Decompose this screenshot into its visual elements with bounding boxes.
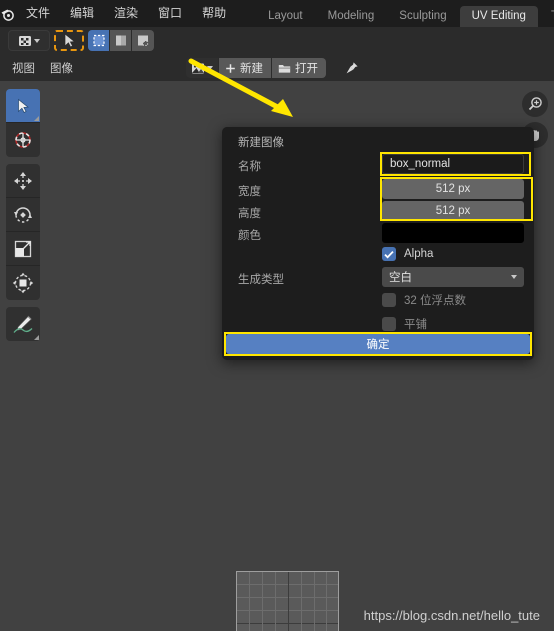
header-cursor-tool[interactable]: [57, 29, 81, 52]
plus-icon: [226, 63, 235, 73]
uv-editor-header-bottom: 视图 图像 新建 打开: [0, 54, 554, 81]
new-image-dialog: 新建图像 名称 box_normal 宽度 512 px 高度 512 px 颜…: [222, 127, 534, 360]
toolbar-group-transform: [6, 164, 40, 300]
face-select-button[interactable]: [132, 30, 154, 51]
tool-expand-corner: [34, 116, 39, 121]
row-width: 宽度 512 px: [222, 179, 534, 201]
height-label: 高度: [238, 208, 261, 220]
dialog-ok-button[interactable]: 确定: [226, 334, 530, 354]
main-menus: 文件 编辑 渲染 窗口 帮助: [16, 0, 236, 27]
open-image-label: 打开: [295, 63, 318, 75]
row-height: 高度 512 px: [222, 201, 534, 223]
tiled-checkbox[interactable]: [382, 317, 396, 331]
face-select-icon: [138, 35, 149, 46]
edge-select-button[interactable]: [110, 30, 132, 51]
chevron-down-icon: [207, 66, 213, 70]
top-menu-bar: 文件 编辑 渲染 窗口 帮助 Layout Modeling Sculpting…: [0, 0, 554, 27]
watermark-text: https://blog.csdn.net/hello_tute: [363, 608, 540, 623]
dialog-title: 新建图像: [238, 137, 284, 149]
uv-grid-image: [236, 571, 339, 631]
row-tiled[interactable]: 平铺: [382, 316, 427, 332]
menu-edit[interactable]: 编辑: [60, 0, 104, 27]
tool-annotate[interactable]: [6, 307, 40, 341]
view-menu[interactable]: 视图: [12, 60, 35, 76]
pin-image-button[interactable]: [341, 58, 363, 78]
row-alpha[interactable]: Alpha: [382, 247, 433, 261]
image-datablock-dropdown[interactable]: [186, 58, 218, 78]
workspace-tabs: Layout Modeling Sculpting UV Editing Tex…: [256, 0, 554, 27]
tiled-label: 平铺: [404, 319, 427, 331]
uv-mode-icon: [19, 35, 31, 46]
width-label: 宽度: [238, 186, 261, 198]
name-label: 名称: [238, 161, 261, 173]
image-datablock-icon: [192, 63, 204, 73]
tool-expand-corner: [34, 335, 39, 340]
toolbar-group-select: [6, 89, 40, 157]
chevron-down-icon: [511, 275, 517, 279]
blender-window: 文件 编辑 渲染 窗口 帮助 Layout Modeling Sculpting…: [0, 0, 554, 631]
rotate-icon: [14, 206, 32, 223]
cursor-arrow-icon: [64, 33, 75, 48]
vertex-select-icon: [92, 34, 105, 47]
pencil-annotate-icon: [13, 315, 33, 333]
tab-uv-editing[interactable]: UV Editing: [459, 6, 538, 27]
name-input[interactable]: box_normal: [382, 154, 524, 174]
float32-checkbox[interactable]: [382, 293, 396, 307]
tab-sculpting[interactable]: Sculpting: [387, 6, 458, 27]
open-image-button[interactable]: 打开: [271, 58, 326, 78]
new-image-button[interactable]: 新建: [218, 58, 271, 78]
color-swatch[interactable]: [382, 223, 524, 243]
tool-transform[interactable]: [6, 266, 40, 300]
menu-render[interactable]: 渲染: [104, 0, 148, 27]
tool-cursor[interactable]: [6, 123, 40, 157]
tab-layout[interactable]: Layout: [256, 6, 315, 27]
tool-move[interactable]: [6, 164, 40, 198]
magnifier-plus-icon: [528, 97, 542, 111]
check-icon: [384, 250, 394, 258]
uv-select-mode-group: [88, 30, 154, 51]
uv-editor-header-top: [0, 27, 554, 54]
uv-editor-toolbar: [6, 89, 40, 348]
scale-icon: [14, 240, 32, 257]
color-label: 颜色: [238, 230, 261, 242]
menu-file[interactable]: 文件: [16, 0, 60, 27]
chevron-down-icon: [34, 38, 40, 43]
menu-help[interactable]: 帮助: [192, 0, 236, 27]
pin-icon: [346, 62, 358, 74]
tool-tweak-select[interactable]: [6, 89, 40, 123]
menu-window[interactable]: 窗口: [148, 0, 192, 27]
row-color: 颜色: [222, 223, 534, 245]
gen-type-dropdown[interactable]: 空白: [382, 267, 524, 287]
uv-mode-dropdown[interactable]: [8, 30, 50, 51]
row-float32[interactable]: 32 位浮点数: [382, 292, 466, 308]
tab-texture-paint[interactable]: Texture Pain: [539, 6, 554, 27]
vertex-select-button[interactable]: [88, 30, 110, 51]
tool-rotate[interactable]: [6, 198, 40, 232]
toolbar-group-annotate: [6, 307, 40, 341]
new-image-label: 新建: [240, 63, 263, 75]
folder-icon: [278, 64, 291, 73]
blender-logo-icon[interactable]: [0, 0, 16, 27]
gen-type-label: 生成类型: [238, 274, 284, 286]
float32-label: 32 位浮点数: [404, 295, 466, 307]
image-menu[interactable]: 图像: [50, 60, 73, 76]
width-input[interactable]: 512 px: [382, 179, 524, 199]
row-name: 名称 box_normal: [222, 154, 534, 176]
gen-type-value: 空白: [389, 272, 412, 284]
crosshair-circle-icon: [15, 132, 31, 148]
height-input[interactable]: 512 px: [382, 201, 524, 221]
zoom-gizmo-button[interactable]: [522, 91, 548, 117]
row-gen-type: 生成类型 空白: [222, 267, 534, 289]
alpha-checkbox[interactable]: [382, 247, 396, 261]
edge-select-icon: [115, 35, 126, 46]
cursor-arrow-icon: [18, 98, 29, 113]
tool-scale[interactable]: [6, 232, 40, 266]
move-arrows-icon: [14, 171, 32, 190]
image-datablock-selector: 新建 打开: [186, 58, 326, 78]
transform-icon: [12, 272, 34, 294]
tab-modeling[interactable]: Modeling: [316, 6, 387, 27]
alpha-label: Alpha: [404, 248, 434, 260]
